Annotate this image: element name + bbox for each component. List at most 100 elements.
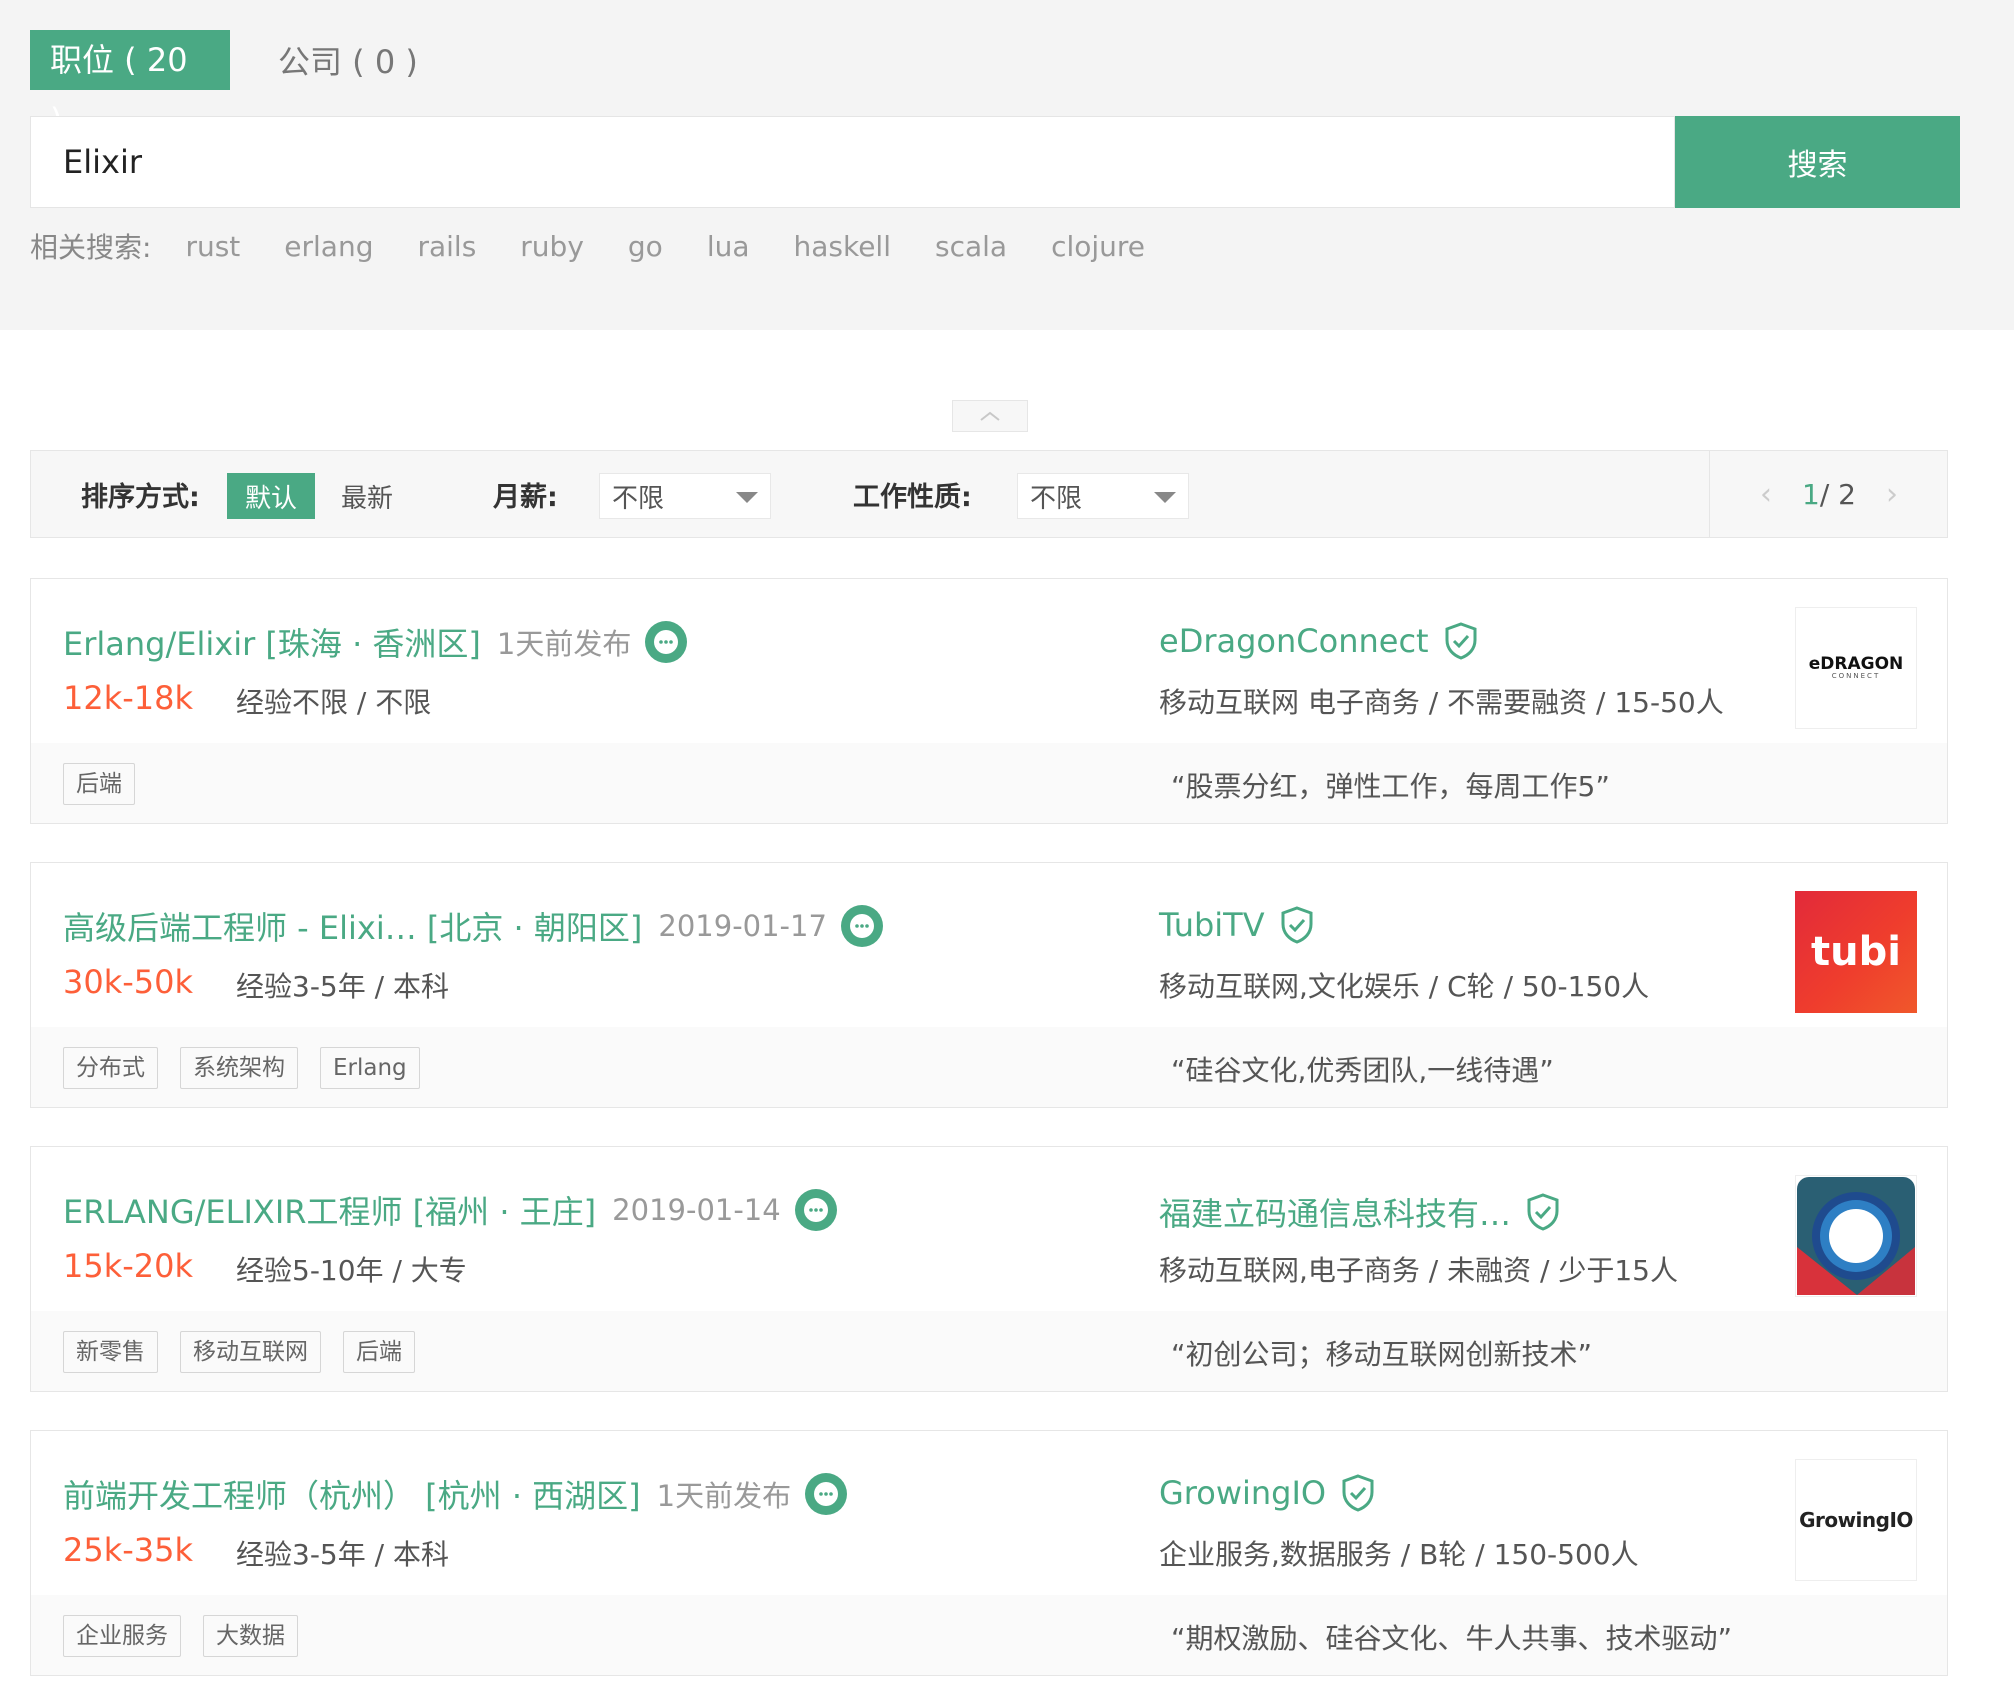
related-link[interactable]: go [628, 230, 663, 263]
job-title-row[interactable]: Erlang/Elixir [珠海 · 香洲区] 1天前发布 [63, 619, 689, 665]
company-info: 移动互联网,电子商务 / 未融资 / 少于15人 [1159, 1254, 1678, 1287]
salary: 15k-20k [63, 1247, 194, 1285]
job-tag: 后端 [343, 1331, 415, 1373]
related-link[interactable]: haskell [794, 230, 892, 263]
pagination: ‹ 1 / 2 › [1709, 451, 1948, 537]
chat-bubble-icon[interactable] [803, 1471, 849, 1517]
company-name[interactable]: 福建立码通信息科技有… [1159, 1189, 1511, 1235]
caret-down-icon [736, 492, 758, 503]
chat-bubble-icon[interactable] [643, 619, 689, 665]
filter-bar: 排序方式: 默认 最新 月薪: 不限 工作性质: 不限 ‹ 1 / 2 › [30, 450, 1948, 538]
company-slogan: “期权激励、硅谷文化、牛人共事、技术驱动” [1171, 1622, 1733, 1655]
page-current: 1 [1802, 477, 1820, 511]
company-name[interactable]: TubiTV [1159, 906, 1265, 944]
related-link[interactable]: clojure [1051, 230, 1145, 263]
company-info: 移动互联网 电子商务 / 不需要融资 / 15-50人 [1159, 686, 1724, 719]
salary-label: 月薪: [493, 481, 558, 513]
job-card[interactable]: ERLANG/ELIXIR工程师 [福州 · 王庄] 2019-01-14 15… [30, 1146, 1948, 1392]
job-title[interactable]: 高级后端工程师 - Elixi… [北京 · 朝阳区] [63, 903, 642, 949]
related-link[interactable]: rust [185, 230, 240, 263]
search-bar: 搜索 [30, 116, 1960, 208]
publish-time: 1天前发布 [496, 627, 632, 661]
tab-positions[interactable]: 职位 ( 20 ) [30, 30, 230, 139]
sort-default-button[interactable]: 默认 [227, 473, 315, 519]
shield-check-icon [1281, 906, 1313, 944]
growingio-logo: GrowingIO [1799, 1508, 1913, 1532]
company-slogan: “硅谷文化,优秀团队,一线待遇” [1171, 1054, 1554, 1087]
job-tag: 企业服务 [63, 1615, 181, 1657]
job-tag: 大数据 [203, 1615, 298, 1657]
publish-time: 2019-01-14 [612, 1193, 781, 1227]
job-tag: Erlang [320, 1047, 420, 1089]
company-name-row[interactable]: TubiTV [1159, 905, 1315, 945]
chat-bubble-icon[interactable] [793, 1187, 839, 1233]
tab-companies[interactable]: 公司 ( 0 ) [278, 37, 418, 83]
job-tags: 新零售 移动互联网 后端 [63, 1331, 437, 1373]
related-link[interactable]: scala [935, 230, 1007, 263]
job-tags: 分布式 系统架构 Erlang [63, 1047, 442, 1089]
job-tag: 系统架构 [180, 1047, 298, 1089]
sort-label: 排序方式: [81, 481, 200, 513]
company-name-row[interactable]: 福建立码通信息科技有… [1159, 1189, 1561, 1235]
chevron-right-icon[interactable]: › [1886, 477, 1898, 512]
salary: 25k-35k [63, 1531, 194, 1569]
job-title-row[interactable]: 前端开发工程师（杭州） [杭州 · 西湖区] 1天前发布 [63, 1471, 849, 1517]
job-type-label: 工作性质: [853, 481, 972, 513]
related-link[interactable]: erlang [284, 230, 373, 263]
job-card[interactable]: Erlang/Elixir [珠海 · 香洲区] 1天前发布 12k-18k 经… [30, 578, 1948, 824]
chevron-left-icon[interactable]: ‹ [1760, 477, 1772, 512]
company-info: 移动互联网,文化娱乐 / C轮 / 50-150人 [1159, 970, 1650, 1003]
job-card[interactable]: 前端开发工程师（杭州） [杭州 · 西湖区] 1天前发布 25k-35k 经验3… [30, 1430, 1948, 1676]
collapse-toggle-button[interactable] [952, 400, 1028, 432]
job-tags: 企业服务 大数据 [63, 1615, 320, 1657]
job-title-row[interactable]: ERLANG/ELIXIR工程师 [福州 · 王庄] 2019-01-14 [63, 1187, 839, 1233]
company-name-row[interactable]: eDragonConnect [1159, 621, 1479, 661]
job-requirements: 经验5-10年 / 大专 [236, 1254, 467, 1287]
company-name[interactable]: eDragonConnect [1159, 622, 1429, 660]
search-button[interactable]: 搜索 [1675, 116, 1960, 208]
job-tag: 后端 [63, 763, 135, 805]
chat-bubble-icon[interactable] [839, 903, 885, 949]
company-logo[interactable]: tubi [1795, 891, 1917, 1013]
search-input[interactable] [30, 116, 1675, 208]
company-logo[interactable]: eDRAGON CONNECT [1795, 607, 1917, 729]
chevron-up-icon [980, 411, 1000, 421]
job-title[interactable]: Erlang/Elixir [珠海 · 香洲区] [63, 619, 481, 665]
caret-down-icon [1154, 492, 1176, 503]
job-title-row[interactable]: 高级后端工程师 - Elixi… [北京 · 朝阳区] 2019-01-17 [63, 903, 885, 949]
company-slogan: “股票分红，弹性工作，每周工作5” [1171, 770, 1610, 803]
publish-time: 1天前发布 [656, 1479, 792, 1513]
company-name-row[interactable]: GrowingIO [1159, 1473, 1376, 1513]
job-tag: 分布式 [63, 1047, 158, 1089]
job-type-select[interactable]: 不限 [1017, 473, 1189, 519]
job-title[interactable]: 前端开发工程师（杭州） [杭州 · 西湖区] [63, 1471, 641, 1517]
job-card[interactable]: 高级后端工程师 - Elixi… [北京 · 朝阳区] 2019-01-17 3… [30, 862, 1948, 1108]
job-requirements: 经验3-5年 / 本科 [236, 970, 449, 1003]
company-logo[interactable] [1795, 1175, 1917, 1297]
salary-select[interactable]: 不限 [599, 473, 771, 519]
salary: 12k-18k [63, 679, 194, 717]
job-type-select-value: 不限 [1030, 483, 1083, 514]
job-requirements: 经验不限 / 不限 [236, 686, 432, 719]
shield-check-icon [1342, 1474, 1374, 1512]
company-logo[interactable]: GrowingIO [1795, 1459, 1917, 1581]
related-label: 相关搜索: [30, 231, 152, 264]
related-link[interactable]: rails [417, 230, 476, 263]
salary-select-value: 不限 [612, 483, 665, 514]
related-searches: 相关搜索: rust erlang rails ruby go lua hask… [30, 226, 1189, 266]
tubi-logo: tubi [1811, 929, 1901, 975]
company-info: 企业服务,数据服务 / B轮 / 150-500人 [1159, 1538, 1639, 1571]
edragon-logo: eDRAGON CONNECT [1808, 654, 1904, 680]
publish-time: 2019-01-17 [658, 909, 827, 943]
salary: 30k-50k [63, 963, 194, 1001]
ring-logo-icon [1797, 1177, 1915, 1295]
company-name[interactable]: GrowingIO [1159, 1474, 1326, 1512]
sort-latest-button[interactable]: 最新 [341, 473, 393, 519]
related-link[interactable]: ruby [520, 230, 584, 263]
job-tag: 新零售 [63, 1331, 158, 1373]
job-requirements: 经验3-5年 / 本科 [236, 1538, 449, 1571]
related-link[interactable]: lua [707, 230, 750, 263]
job-tags: 后端 [63, 763, 157, 805]
page-total: / 2 [1819, 477, 1856, 511]
job-title[interactable]: ERLANG/ELIXIR工程师 [福州 · 王庄] [63, 1187, 596, 1233]
